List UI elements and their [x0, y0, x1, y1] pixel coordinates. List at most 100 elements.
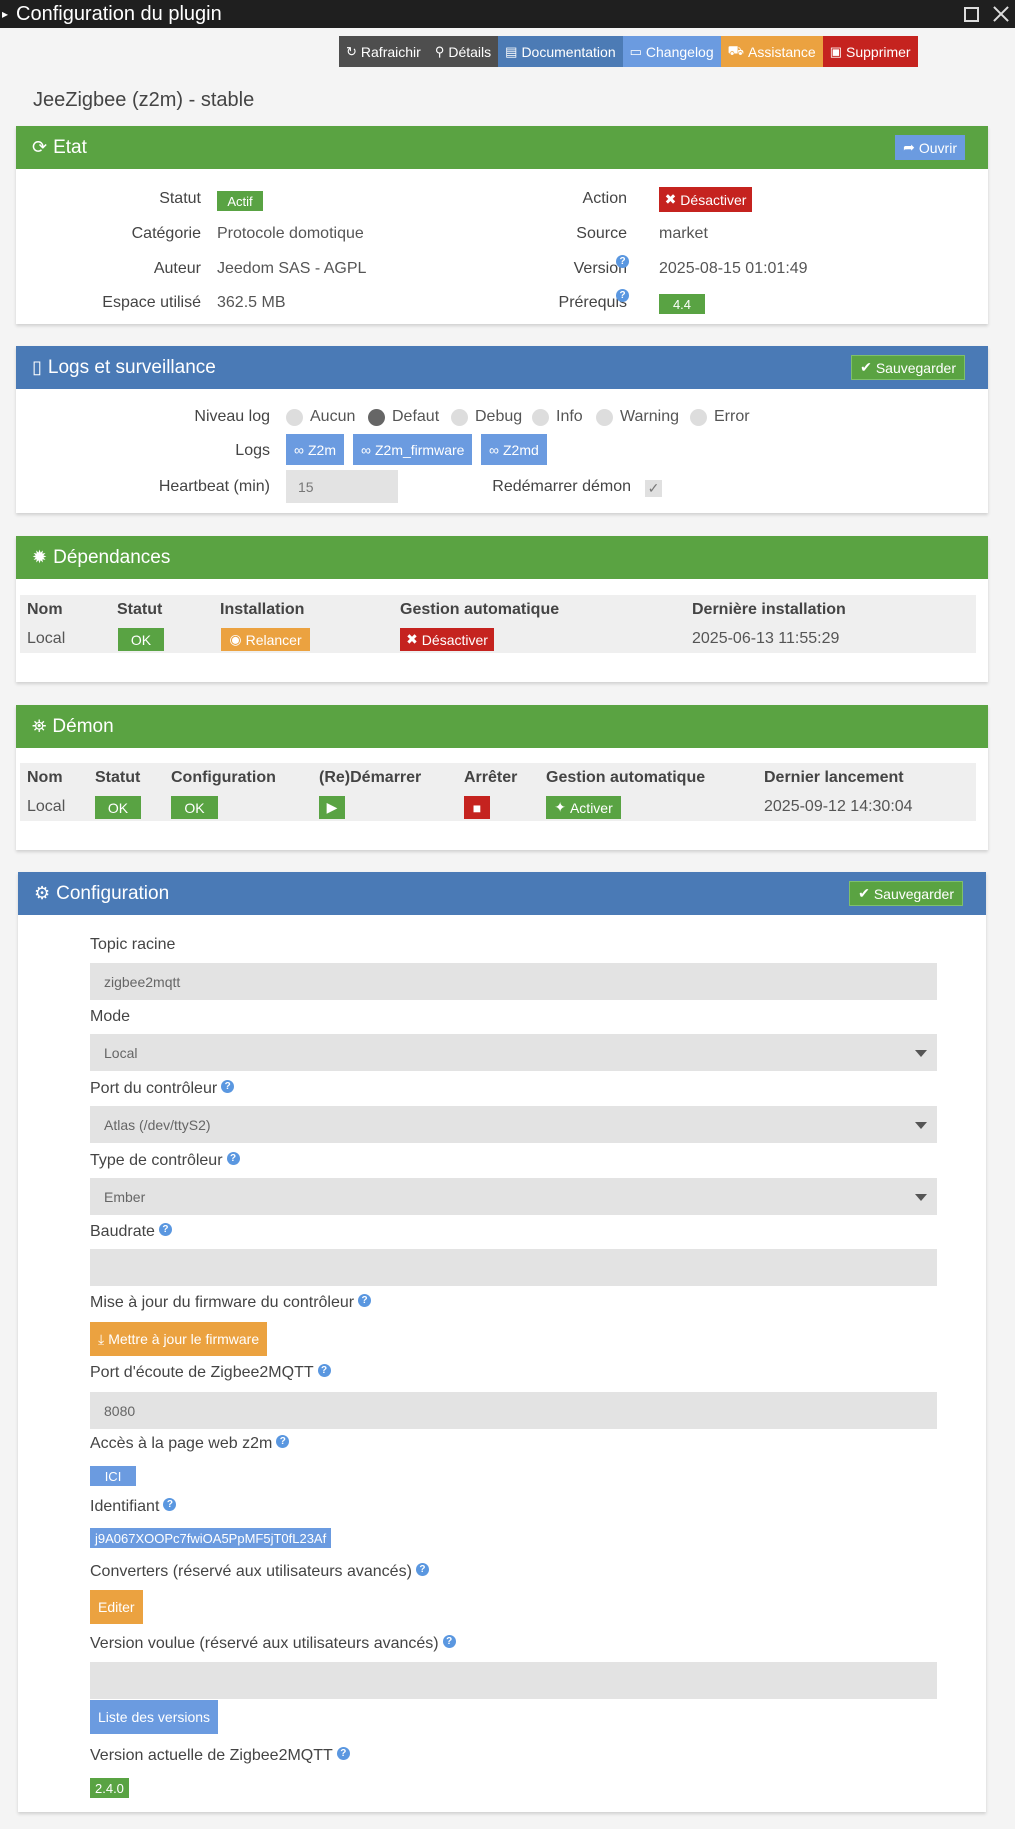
espace-value: 362.5 MB — [217, 294, 286, 311]
port-label-text: Port du contrôleur — [90, 1080, 218, 1097]
assistance-button[interactable]: ⛟ Assistance — [720, 36, 823, 67]
listen-port-input[interactable]: 8080 — [90, 1392, 937, 1429]
config-save-button[interactable]: ✔ Sauvegarder — [849, 881, 963, 906]
current-version-label: Version actuelle de Zigbee2MQTT? — [90, 1747, 350, 1765]
auteur-value: Jeedom SAS - AGPL — [217, 260, 367, 277]
daemon-stop-button[interactable]: ■ — [464, 796, 490, 819]
restart-daemon-checkbox[interactable]: ✓ — [645, 480, 662, 497]
bicycle-icon: ◉ — [229, 631, 242, 647]
deactivate-label: Désactiver — [680, 191, 747, 208]
controller-type-help-icon[interactable]: ? — [226, 1152, 240, 1165]
col-statut: Statut — [95, 769, 141, 786]
details-button[interactable]: ⚲ Détails — [427, 36, 499, 67]
web-access-link[interactable]: ICI — [90, 1466, 136, 1486]
daemon-header: ⛯ Démon — [16, 705, 988, 748]
listen-port-help-icon[interactable]: ? — [317, 1364, 331, 1377]
logs-save-button[interactable]: ✔ Sauvegarder — [851, 355, 965, 380]
topic-input[interactable]: zigbee2mqtt — [90, 963, 937, 1000]
log-z2m-button[interactable]: ∞ Z2m — [286, 434, 344, 465]
deps-auto-deactivate-button[interactable]: ✖ Désactiver — [400, 628, 494, 651]
firmware-label: Mise à jour du firmware du contrôleur? — [90, 1294, 372, 1312]
paperclip-icon: ∞ — [361, 441, 371, 458]
assistance-label: Assistance — [748, 43, 816, 60]
identifiant-help-icon[interactable]: ? — [163, 1498, 177, 1511]
daemon-auto-activate-button[interactable]: ✦ Activer — [546, 796, 621, 819]
web-access-help-icon[interactable]: ? — [276, 1435, 290, 1448]
check-circle-icon: ✔ — [858, 885, 870, 901]
log-level-warning[interactable]: Warning — [596, 408, 679, 426]
log-level-error[interactable]: Error — [690, 408, 750, 426]
port-help-icon[interactable]: ? — [221, 1080, 235, 1093]
changelog-button[interactable]: ▭ Changelog — [622, 36, 721, 67]
update-firmware-button[interactable]: ⤓ Mettre à jour le firmware — [90, 1322, 268, 1356]
version-help-icon[interactable]: ? — [616, 255, 629, 268]
version-value: 2025-08-15 01:01:49 — [659, 260, 808, 277]
delete-button[interactable]: ▣ Supprimer — [822, 36, 918, 67]
deps-auto-label: Désactiver — [421, 631, 488, 648]
chevron-down-icon — [915, 1122, 927, 1129]
col-nom: Nom — [27, 601, 63, 618]
statut-label: Statut — [159, 190, 201, 207]
magic-icon: ✦ — [554, 799, 566, 815]
port-label: Port du contrôleur? — [90, 1080, 235, 1098]
configuration-panel: ⚙ Configuration ✔ Sauvegarder Topic racin… — [18, 872, 986, 1812]
radio-label: Error — [714, 408, 750, 425]
baudrate-help-icon[interactable]: ? — [158, 1223, 172, 1236]
baudrate-input[interactable] — [90, 1249, 937, 1286]
dep-last-install: 2025-06-13 11:55:29 — [692, 630, 840, 647]
close-icon[interactable] — [993, 6, 1009, 22]
col-derniere-installation: Dernière installation — [692, 601, 846, 618]
wanted-version-help-icon[interactable]: ? — [442, 1635, 456, 1648]
details-label: Détails — [448, 43, 492, 60]
radio-dot — [690, 408, 707, 426]
log-z2m-firmware-button[interactable]: ∞ Z2m_firmware — [353, 434, 473, 465]
configuration-title: Configuration — [56, 882, 170, 904]
relaunch-dependencies-button[interactable]: ◉ Relancer — [221, 628, 310, 651]
current-version-help-icon[interactable]: ? — [336, 1747, 350, 1760]
window-title: Configuration du plugin — [16, 2, 222, 25]
versions-list-button[interactable]: Liste des versions — [90, 1700, 219, 1734]
maximize-icon[interactable] — [964, 6, 979, 22]
changelog-label: Changelog — [645, 43, 714, 60]
daemon-start-button[interactable]: ▶ — [319, 796, 345, 819]
baudrate-label: Baudrate? — [90, 1223, 172, 1241]
heartbeat-input[interactable]: 15 — [286, 470, 398, 503]
prerequis-badge: 4.4 — [659, 294, 705, 314]
collapse-caret-icon[interactable]: ▸ — [2, 7, 14, 21]
log-z2m-label: Z2m — [307, 441, 336, 458]
firmware-help-icon[interactable]: ? — [358, 1294, 372, 1307]
truck-icon: ⛟ — [727, 42, 744, 58]
converters-help-icon[interactable]: ? — [415, 1563, 429, 1576]
log-level-defaut[interactable]: Defaut — [368, 408, 439, 426]
open-button[interactable]: ➦ Ouvrir — [895, 135, 965, 160]
wanted-version-label-text: Version voulue (réservé aux utilisateurs… — [90, 1635, 439, 1652]
auteur-label: Auteur — [153, 260, 201, 277]
refresh-button[interactable]: ↻ Rafraichir — [339, 36, 428, 67]
wanted-version-input[interactable] — [90, 1662, 937, 1699]
edit-converters-button[interactable]: Editer — [90, 1590, 143, 1624]
deactivate-plugin-button[interactable]: ✖ Désactiver — [659, 187, 752, 212]
col-dernier-lancement: Dernier lancement — [764, 769, 904, 786]
table-row: Local OK ◉ Relancer ✖ Désactiver 2025-06-1… — [20, 625, 976, 653]
port-select[interactable]: Atlas (/dev/ttyS2) — [90, 1106, 937, 1143]
controller-type-select[interactable]: Ember — [90, 1178, 937, 1215]
documentation-button[interactable]: ▤ Documentation — [498, 36, 623, 67]
web-access-label-text: Accès à la page web z2m — [90, 1435, 273, 1452]
prerequis-help-icon[interactable]: ? — [616, 289, 629, 302]
log-level-aucun[interactable]: Aucun — [286, 408, 355, 426]
current-version-label-text: Version actuelle de Zigbee2MQTT — [90, 1747, 333, 1764]
log-z2md-label: Z2md — [502, 441, 539, 458]
daemon-table-header: Nom Statut Configuration (Re)Démarrer Ar… — [20, 763, 976, 793]
daemon-title: Démon — [52, 715, 114, 737]
update-firmware-label: Mettre à jour le firmware — [108, 1331, 260, 1347]
log-level-debug[interactable]: Debug — [451, 408, 522, 426]
identifiant-label: Identifiant? — [90, 1498, 177, 1516]
col-gestion-auto: Gestion automatique — [400, 601, 560, 618]
log-z2md-button[interactable]: ∞ Z2md — [481, 434, 547, 465]
radio-dot — [286, 408, 303, 426]
col-redemarrer: (Re)Démarrer — [319, 769, 422, 786]
controller-type-value: Ember — [104, 1188, 146, 1205]
log-level-info[interactable]: Info — [532, 408, 583, 426]
daemon-nom: Local — [27, 798, 66, 815]
mode-select[interactable]: Local — [90, 1034, 937, 1071]
